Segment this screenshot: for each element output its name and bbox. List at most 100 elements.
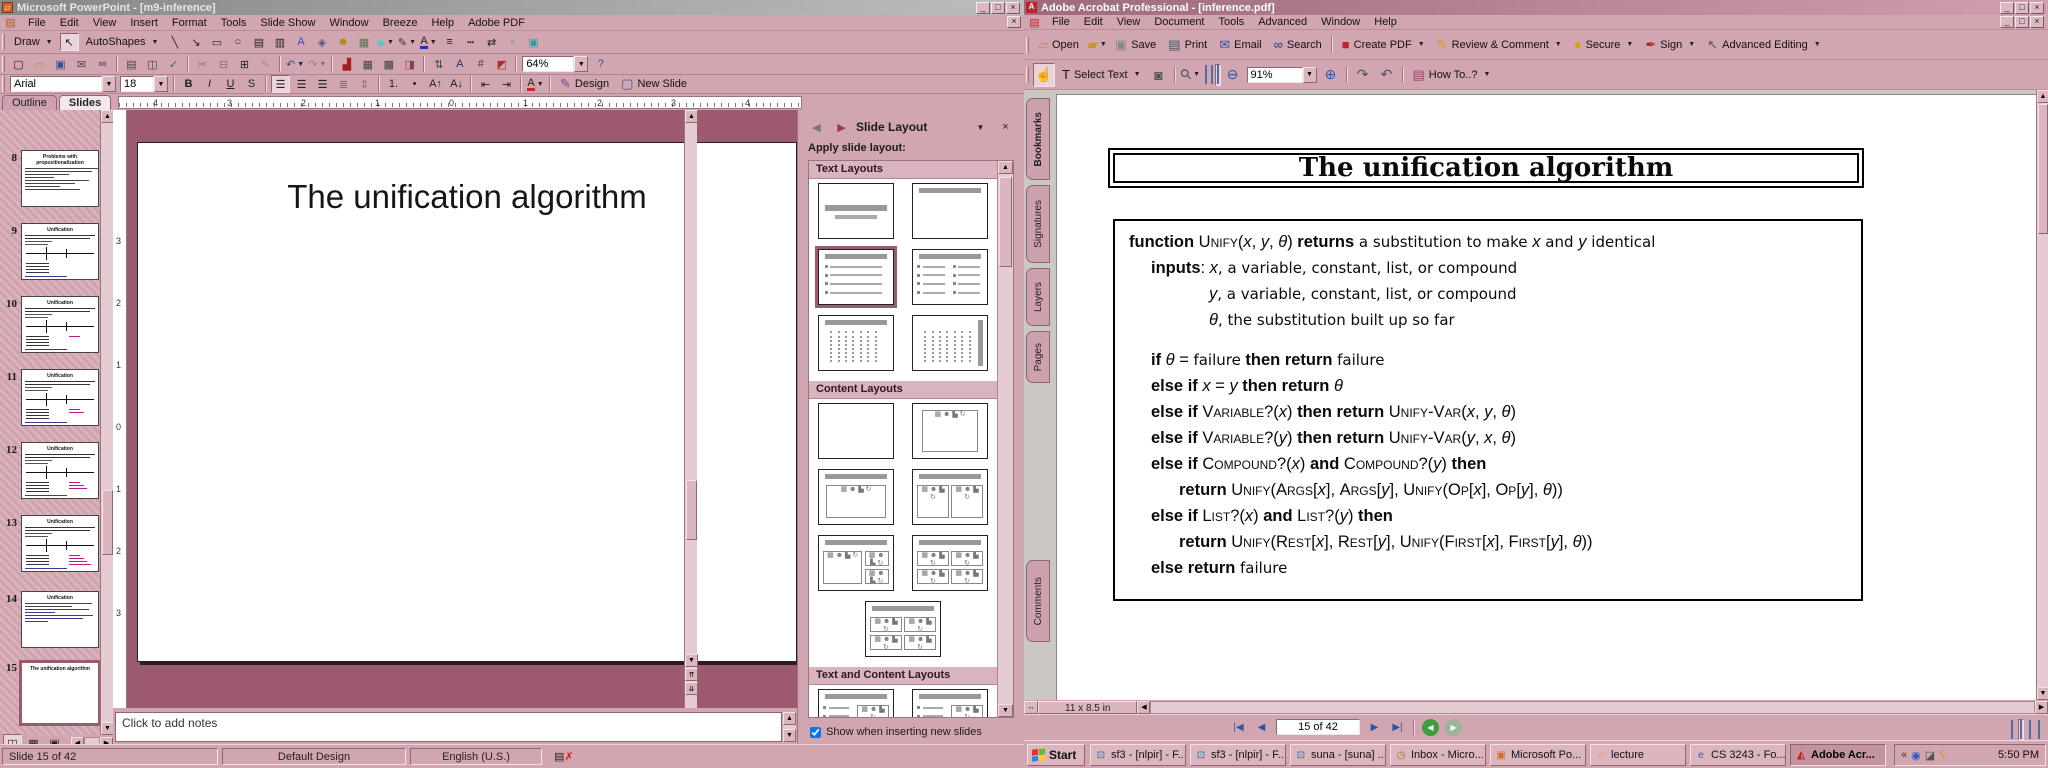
print-preview-button[interactable]: ◫ xyxy=(143,55,162,73)
menu-edit[interactable]: Edit xyxy=(53,16,86,30)
slide-thumbnail[interactable]: Unification xyxy=(21,369,99,426)
facing-button[interactable] xyxy=(2036,719,2042,741)
toolbar-grip[interactable] xyxy=(2,34,5,50)
splitter-handle-icon[interactable]: ↔ xyxy=(1024,701,1038,714)
layout-content[interactable]: ▦ ☻ ▙ ↻ xyxy=(912,403,988,459)
open-button[interactable]: ▭ xyxy=(30,55,49,73)
font-combo-dropdown-icon[interactable]: ▼ xyxy=(102,76,116,92)
char-spacing-button[interactable]: ⇕ xyxy=(355,75,374,93)
quick-format-button[interactable]: A xyxy=(450,55,469,73)
font-color-button[interactable]: A▼ xyxy=(419,33,438,51)
taskbar-cs3243[interactable]: eCS 3243 - Fo... xyxy=(1690,744,1786,766)
last-page-button[interactable]: ▶| xyxy=(1388,718,1407,736)
menu-slide-show[interactable]: Slide Show xyxy=(253,16,322,30)
taskbar-lecture[interactable]: ▱lecture xyxy=(1590,744,1686,766)
size-combo-dropdown-icon[interactable]: ▼ xyxy=(154,76,168,92)
help-button[interactable]: ? xyxy=(591,55,610,73)
restore-document-button[interactable]: □ xyxy=(2015,16,2029,28)
next-page-button[interactable]: ▶ xyxy=(1365,718,1384,736)
zoom-in-button[interactable]: ⊕ xyxy=(1320,63,1342,87)
menu-view[interactable]: View xyxy=(86,16,124,30)
snapshot-tool[interactable]: ◙ xyxy=(1148,63,1170,87)
layout-vertical-text[interactable] xyxy=(912,315,988,371)
scroll-right-icon[interactable]: ▶ xyxy=(2035,701,2048,714)
layout-title-two-content[interactable]: ▦ ☻ ▙ ↻▦ ☻ ▙ ↻ xyxy=(912,469,988,525)
scrollbar-thumb[interactable] xyxy=(999,177,1012,267)
sign-button[interactable]: ✒Sign▼ xyxy=(1639,33,1701,57)
fill-color-button[interactable]: ◆▼ xyxy=(375,33,394,51)
start-button[interactable]: Start xyxy=(1027,744,1085,766)
scroll-up-icon[interactable]: ▲ xyxy=(685,110,698,123)
nav-tab-layers[interactable]: Layers xyxy=(1026,268,1050,326)
menu-breeze[interactable]: Breeze xyxy=(376,16,425,30)
pdf-document-icon[interactable]: ▤ xyxy=(1025,13,1044,31)
numbering-button[interactable]: 1. xyxy=(384,75,403,93)
restore-button[interactable]: □ xyxy=(991,2,1005,14)
zoom-out-button[interactable]: ⊖ xyxy=(1222,63,1244,87)
menu-advanced[interactable]: Advanced xyxy=(1251,15,1314,29)
tables-borders-button[interactable]: ▩ xyxy=(379,55,398,73)
scroll-down-icon[interactable]: ▼ xyxy=(998,704,1013,717)
print-button[interactable]: ▤Print xyxy=(1162,33,1213,57)
spelling-button[interactable]: ✓ xyxy=(164,55,183,73)
taskbar-sf3-2[interactable]: ⊡sf3 - [nlpir] - F... xyxy=(1190,744,1286,766)
menu-adobe-pdf[interactable]: Adobe PDF xyxy=(461,16,532,30)
taskbar-inbox[interactable]: ◷Inbox - Micro... xyxy=(1390,744,1486,766)
decrease-indent-button[interactable]: ⇤ xyxy=(476,75,495,93)
minimize-document-button[interactable]: _ xyxy=(2000,16,2014,28)
bold-button[interactable]: B xyxy=(179,75,198,93)
layout-vertical-title-text[interactable] xyxy=(818,315,894,371)
color-schemes-button[interactable]: ◩ xyxy=(492,55,511,73)
scroll-down-icon[interactable]: ▼ xyxy=(685,654,698,667)
close-presentation-button[interactable]: × xyxy=(1007,16,1021,28)
how-to-button[interactable]: ▤How To..?▼ xyxy=(1407,63,1497,87)
tab-slides[interactable]: Slides xyxy=(59,95,111,110)
layout-title-2col-text[interactable] xyxy=(912,249,988,305)
slide-thumbnail[interactable]: Problems with propositionalization xyxy=(21,150,99,207)
tab-outline[interactable]: Outline xyxy=(2,95,57,110)
cut-button[interactable]: ✂ xyxy=(193,55,212,73)
layout-title-text[interactable] xyxy=(818,249,894,305)
chevron-down-icon[interactable]: ▼ xyxy=(971,118,990,136)
menu-file[interactable]: File xyxy=(21,16,53,30)
sort-button[interactable]: ⇅ xyxy=(429,55,448,73)
organizer-button[interactable]: ▰▼ xyxy=(1086,33,1108,57)
menu-help[interactable]: Help xyxy=(1367,15,1404,29)
diagram-tool[interactable]: ◈ xyxy=(312,33,331,51)
insert-table-button[interactable]: ▦ xyxy=(358,55,377,73)
taskbar-sf3-1[interactable]: ⊡sf3 - [nlpir] - F... xyxy=(1090,744,1186,766)
create-pdf-button[interactable]: ■Create PDF▼ xyxy=(1336,33,1431,57)
shadow-style-button[interactable]: ▫ xyxy=(503,33,522,51)
task-pane-scrollbar[interactable]: ▲ ▼ xyxy=(997,161,1013,717)
notes-placeholder[interactable]: Click to add notes xyxy=(122,716,781,730)
scroll-down-icon[interactable]: ▼ xyxy=(783,729,796,742)
restore-button[interactable]: □ xyxy=(2015,2,2029,14)
dash-style-button[interactable]: ┅ xyxy=(461,33,480,51)
underline-button[interactable]: U xyxy=(221,75,240,93)
zoom-combo-input[interactable] xyxy=(1247,67,1303,83)
print-button[interactable]: ▤ xyxy=(122,55,141,73)
status-language[interactable]: English (U.S.) xyxy=(410,748,542,765)
nav-tab-signatures[interactable]: Signatures xyxy=(1026,185,1050,263)
layout-title-two-content-content[interactable]: ▦ ☻ ▙ ↻▦ ☻ ▙ ↻▦ ☻ ▙ ↻▦ ☻ ▙ ↻ xyxy=(912,535,988,591)
rotate-clockwise-button[interactable]: ↷ xyxy=(1352,63,1374,87)
slide-thumbnail[interactable]: Unification xyxy=(21,223,99,280)
show-when-inserting-checkbox[interactable] xyxy=(810,727,821,738)
copy-button[interactable]: ⊟ xyxy=(214,55,233,73)
close-document-button[interactable]: × xyxy=(2030,16,2044,28)
previous-view-button[interactable]: ◀ xyxy=(1422,719,1439,736)
menu-tools[interactable]: Tools xyxy=(1212,15,1252,29)
mail-button[interactable]: ✉ xyxy=(72,55,91,73)
slide-thumbnail[interactable]: Unification xyxy=(21,515,99,572)
increase-font-button[interactable]: A↑ xyxy=(426,75,445,93)
layout-title-only[interactable] xyxy=(912,183,988,239)
menu-window[interactable]: Window xyxy=(1314,15,1367,29)
scrollbar-thumb[interactable] xyxy=(2038,104,2048,234)
align-left-button[interactable]: ☰ xyxy=(271,75,290,93)
previous-page-button[interactable]: ◀ xyxy=(1252,718,1271,736)
paste-button[interactable]: ⊞ xyxy=(235,55,254,73)
tray-display-icon[interactable]: ◪ xyxy=(1925,749,1935,762)
horizontal-scrollbar[interactable] xyxy=(1150,701,2035,714)
hide-tray-icons-chevron[interactable]: « xyxy=(1901,749,1907,762)
minimize-button[interactable]: _ xyxy=(2000,2,2014,14)
